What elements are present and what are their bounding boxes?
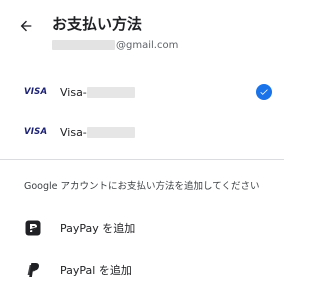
add-paypal-button[interactable]: PayPal を追加 (0, 250, 284, 290)
redacted-card-number (86, 86, 135, 98)
card-label: Visa- (60, 86, 135, 99)
visa-logo-icon: VISA (24, 87, 48, 97)
paypal-icon (25, 262, 41, 278)
paypay-icon (25, 220, 41, 236)
redacted-card-number (86, 126, 135, 138)
add-section-label: Google アカウントにお支払い方法を追加してください (24, 181, 260, 192)
account-email-domain: @gmail.com (116, 39, 179, 51)
add-paypal-label: PayPal を追加 (60, 264, 132, 277)
visa-logo-icon: VISA (24, 127, 48, 137)
card-name: Visa- (60, 85, 87, 99)
add-paypay-button[interactable]: PayPay を追加 (0, 208, 284, 248)
card-name: Visa- (60, 125, 87, 139)
back-button[interactable] (16, 16, 36, 36)
selected-check-icon (256, 84, 272, 100)
add-paypay-label: PayPay を追加 (60, 222, 136, 235)
header: お支払い方法 @gmail.com (0, 0, 284, 64)
arrow-left-icon (20, 20, 32, 32)
account-email: @gmail.com (52, 38, 178, 52)
payment-card-row[interactable]: VISA Visa- (0, 72, 284, 112)
card-label: Visa- (60, 126, 135, 139)
section-divider (0, 159, 284, 160)
page-title: お支払い方法 (52, 15, 143, 33)
payment-card-row[interactable]: VISA Visa- (0, 112, 284, 152)
redacted-email-username (52, 40, 115, 50)
